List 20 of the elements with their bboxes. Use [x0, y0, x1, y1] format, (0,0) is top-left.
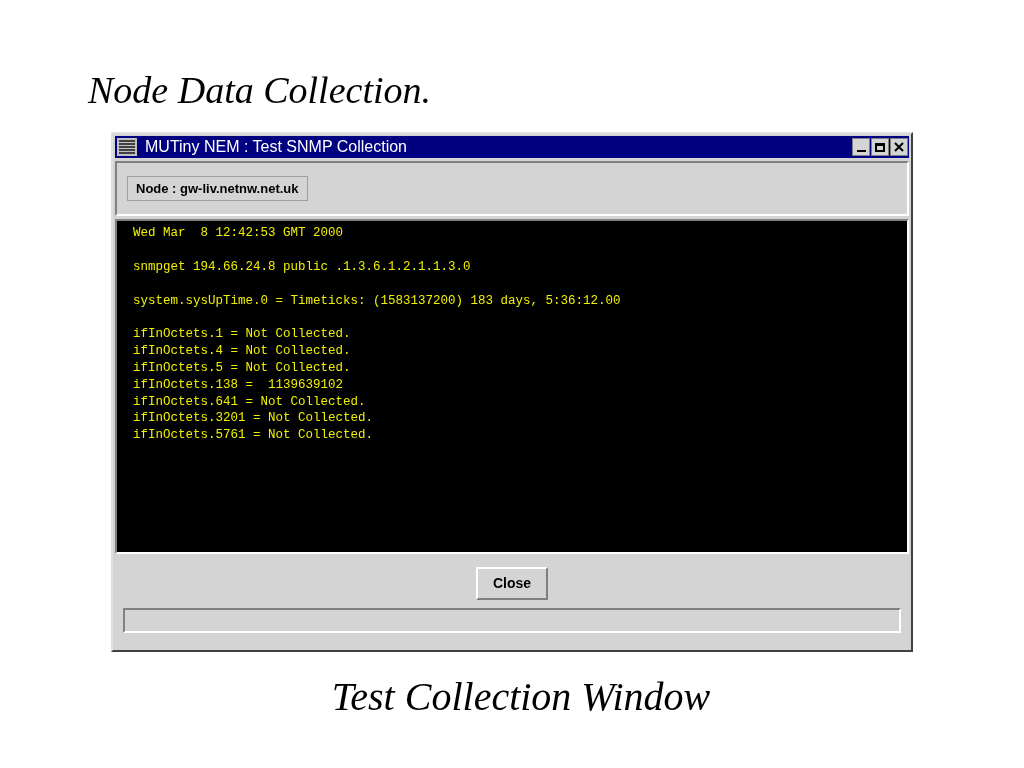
- output-line: ifInOctets.641 = Not Collected.: [133, 393, 367, 411]
- output-line: ifInOctets.138 = 1139639102: [133, 376, 345, 394]
- output-line: ifInOctets.1 = Not Collected.: [133, 326, 352, 344]
- output-line: ifInOctets.4 = Not Collected.: [133, 343, 352, 360]
- minimize-button[interactable]: [852, 138, 870, 156]
- output-line: system.sysUpTime.0 = Timeticks: (1583137200) 183 days, 5:36:12.00: [133, 292, 622, 310]
- slide-title: Node Data Collection.: [88, 69, 432, 111]
- window-title: MUTiny NEM : Test SNMP Collection: [145, 137, 407, 157]
- output-line: snmpget 194.66.24.8 public .1.3.6.1.2.1.1.3.0: [133, 258, 472, 276]
- close-icon: [894, 142, 904, 152]
- output-line: ifInOctets.5761 = Not Collected.: [133, 427, 375, 444]
- output-line: ifInOctets.3201 = Not Collected.: [133, 410, 375, 428]
- output-line: Wed Mar 8 12:42:53 GMT 2000: [133, 225, 345, 242]
- close-window-button[interactable]: [890, 138, 908, 156]
- node-label: Node : gw-liv.netnw.net.uk: [127, 175, 308, 202]
- menu-icon[interactable]: [117, 138, 137, 156]
- close-button[interactable]: Close: [476, 567, 548, 600]
- slide-caption: Test Collection Window: [331, 674, 711, 720]
- output-line: ifInOctets.5 = Not Collected.: [133, 360, 352, 377]
- maximize-button[interactable]: [871, 138, 889, 156]
